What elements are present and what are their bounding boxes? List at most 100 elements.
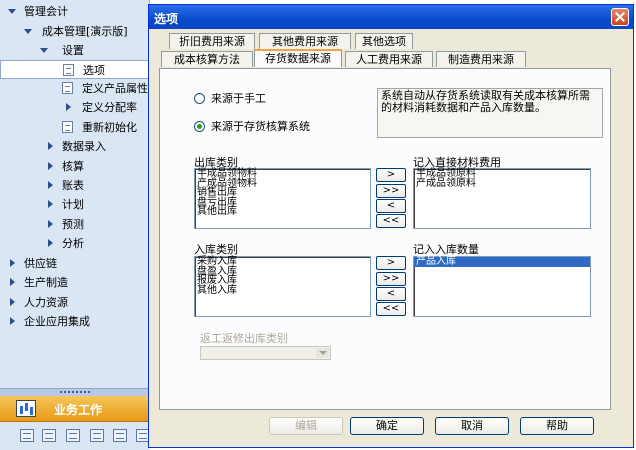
nav-item[interactable]: 生产制造 bbox=[0, 273, 150, 292]
nav-item-label: 重新初始化 bbox=[82, 121, 137, 134]
expand-down-icon[interactable] bbox=[8, 9, 16, 14]
nav-item-label: 定义产品属性 bbox=[82, 82, 148, 95]
expand-right-icon[interactable] bbox=[48, 220, 53, 228]
nav-item-label: 选项 bbox=[83, 64, 105, 77]
rework-outbound-combo[interactable] bbox=[200, 346, 331, 360]
inbound-qty-listbox[interactable]: 产品入库 bbox=[413, 256, 591, 317]
nav-item[interactable]: 供应链 bbox=[0, 254, 150, 273]
nav-item-label: 定义分配率 bbox=[82, 101, 137, 114]
nav-item[interactable]: 定义分配率 bbox=[0, 98, 150, 117]
outbound-listbox[interactable]: 半成品领物料 产成品领物料 销售出库 盘亏出库 其他出库 bbox=[194, 168, 371, 229]
tree-icon[interactable] bbox=[90, 429, 104, 442]
expand-right-icon[interactable] bbox=[48, 162, 53, 170]
list-item[interactable]: 产品入库 bbox=[414, 257, 590, 267]
move-right-button[interactable]: > bbox=[376, 168, 406, 182]
grid-icon[interactable] bbox=[42, 429, 56, 442]
edit-button[interactable]: 编辑 bbox=[269, 417, 343, 435]
nav-item-label: 计划 bbox=[62, 198, 84, 211]
expand-down-icon[interactable] bbox=[40, 48, 48, 53]
nav-item-label: 供应链 bbox=[24, 257, 57, 270]
nav-item-label: 设置 bbox=[62, 44, 84, 57]
tab-panel-inventory-source: 来源于手工 来源于存货核算系统 系统自动从存货系统读取有关成本核算所需的材料消耗… bbox=[159, 68, 611, 410]
list-item[interactable]: 其他入库 bbox=[195, 285, 370, 296]
nav-item-label: 数据录入 bbox=[62, 140, 106, 153]
nav-item[interactable]: 核算 bbox=[0, 157, 150, 176]
nav-item[interactable]: 重新初始化 bbox=[0, 118, 150, 137]
expand-right-icon[interactable] bbox=[10, 259, 15, 267]
close-button[interactable] bbox=[611, 8, 629, 26]
expand-right-icon[interactable] bbox=[48, 239, 53, 247]
nav-item[interactable]: 人力资源 bbox=[0, 293, 150, 312]
business-work-bar[interactable]: 业务工作 bbox=[0, 396, 150, 422]
list-item[interactable]: 其他出库 bbox=[195, 207, 370, 217]
nav-item[interactable]: 计划 bbox=[0, 195, 150, 214]
nav-item[interactable]: 定义产品属性 bbox=[0, 79, 150, 98]
expand-right-icon[interactable] bbox=[48, 142, 53, 150]
nav-item-label: 生产制造 bbox=[24, 276, 68, 289]
doc-icon bbox=[62, 121, 73, 133]
table-icon[interactable] bbox=[66, 429, 80, 442]
expand-right-icon[interactable] bbox=[48, 181, 53, 189]
nav-item-label: 成本管理[演示版] bbox=[42, 25, 128, 38]
inbound-move-left-button[interactable]: < bbox=[376, 287, 406, 301]
tab-depreciation-source[interactable]: 折旧费用来源 bbox=[169, 33, 255, 49]
description-box: 系统自动从存货系统读取有关成本核算所需的材料消耗数据和产品入库数量。 bbox=[377, 88, 603, 138]
move-all-left-button[interactable]: << bbox=[376, 214, 406, 228]
inbound-listbox[interactable]: 采购入库 盘盈入库 报废入库 其他入库 bbox=[194, 256, 371, 317]
direct-material-listbox[interactable]: 半成品领原料 产成品领原料 bbox=[413, 168, 591, 229]
description-text: 系统自动从存货系统读取有关成本核算所需的材料消耗数据和产品入库数量。 bbox=[381, 89, 590, 114]
move-all-right-button[interactable]: >> bbox=[376, 184, 406, 198]
list-item[interactable]: 产成品领原料 bbox=[414, 178, 590, 189]
help-button[interactable]: 帮助 bbox=[520, 417, 594, 435]
nav-item-label: 企业应用集成 bbox=[24, 315, 90, 328]
inbound-label: 入库类别 bbox=[194, 243, 238, 256]
dialog-title: 选项 bbox=[154, 12, 179, 26]
nav-item[interactable]: 成本管理[演示版] bbox=[0, 22, 150, 41]
edit-icon[interactable] bbox=[20, 429, 34, 442]
dialog-titlebar[interactable]: 选项 bbox=[149, 5, 633, 29]
expand-right-icon[interactable] bbox=[10, 298, 15, 306]
inbound-move-right-button[interactable]: > bbox=[376, 256, 406, 270]
nav-item[interactable]: 管理会计 bbox=[0, 2, 150, 21]
doc-icon bbox=[62, 82, 73, 94]
expand-right-icon[interactable] bbox=[48, 200, 53, 208]
cancel-button[interactable]: 取消 bbox=[435, 417, 509, 435]
ok-button[interactable]: 确定 bbox=[350, 417, 424, 435]
nav-item[interactable]: 分析 bbox=[0, 234, 150, 253]
inbound-qty-label: 记入入库数量 bbox=[413, 243, 479, 256]
expand-right-icon[interactable] bbox=[10, 317, 15, 325]
expand-right-icon[interactable] bbox=[10, 278, 15, 286]
nav-item-label: 人力资源 bbox=[24, 296, 68, 309]
radio-circle[interactable] bbox=[194, 93, 205, 104]
chart-icon bbox=[16, 400, 36, 417]
nav-item-label: 管理会计 bbox=[24, 5, 68, 18]
radio-circle-checked[interactable] bbox=[194, 121, 205, 132]
options-dialog: 选项 折旧费用来源 其他费用来源 其他选项 成本核算方法 存货数据来源 人工费用… bbox=[148, 4, 634, 448]
navigation-tree: 管理会计成本管理[演示版] 设置选项定义产品属性 定义分配率重新初始化数据录入核算账… bbox=[0, 0, 150, 450]
nav-item-label: 账表 bbox=[62, 179, 84, 192]
chevron-down-icon bbox=[316, 348, 329, 358]
inbound-move-all-right-button[interactable]: >> bbox=[376, 272, 406, 286]
nav-item-label: 预测 bbox=[62, 218, 84, 231]
nav-item[interactable]: 数据录入 bbox=[0, 137, 150, 156]
nav-item[interactable]: 选项 bbox=[0, 60, 150, 79]
tab-manufacturing-source[interactable]: 制造费用来源 bbox=[436, 51, 526, 67]
tab-cost-method[interactable]: 成本核算方法 bbox=[161, 51, 253, 67]
tab-labor-source[interactable]: 人工费用来源 bbox=[345, 51, 433, 67]
nav-item[interactable]: 设置 bbox=[0, 41, 150, 60]
expand-down-icon[interactable] bbox=[24, 29, 32, 34]
nav-item-label: 核算 bbox=[62, 160, 84, 173]
rework-outbound-label: 返工返修出库类别 bbox=[200, 332, 288, 345]
nav-splitter[interactable] bbox=[0, 388, 150, 396]
expand-right-icon[interactable] bbox=[66, 103, 71, 111]
nav-item[interactable]: 账表 bbox=[0, 176, 150, 195]
inbound-move-all-left-button[interactable]: << bbox=[376, 302, 406, 316]
nav-item[interactable]: 企业应用集成 bbox=[0, 312, 150, 331]
tab-other-options[interactable]: 其他选项 bbox=[355, 33, 413, 49]
layers-icon[interactable] bbox=[113, 429, 127, 442]
doc-icon bbox=[63, 64, 74, 76]
move-left-button[interactable]: < bbox=[376, 199, 406, 213]
tab-inventory-source[interactable]: 存货数据来源 bbox=[254, 49, 342, 67]
tab-other-expense-source[interactable]: 其他费用来源 bbox=[259, 33, 351, 49]
nav-item[interactable]: 预测 bbox=[0, 215, 150, 234]
